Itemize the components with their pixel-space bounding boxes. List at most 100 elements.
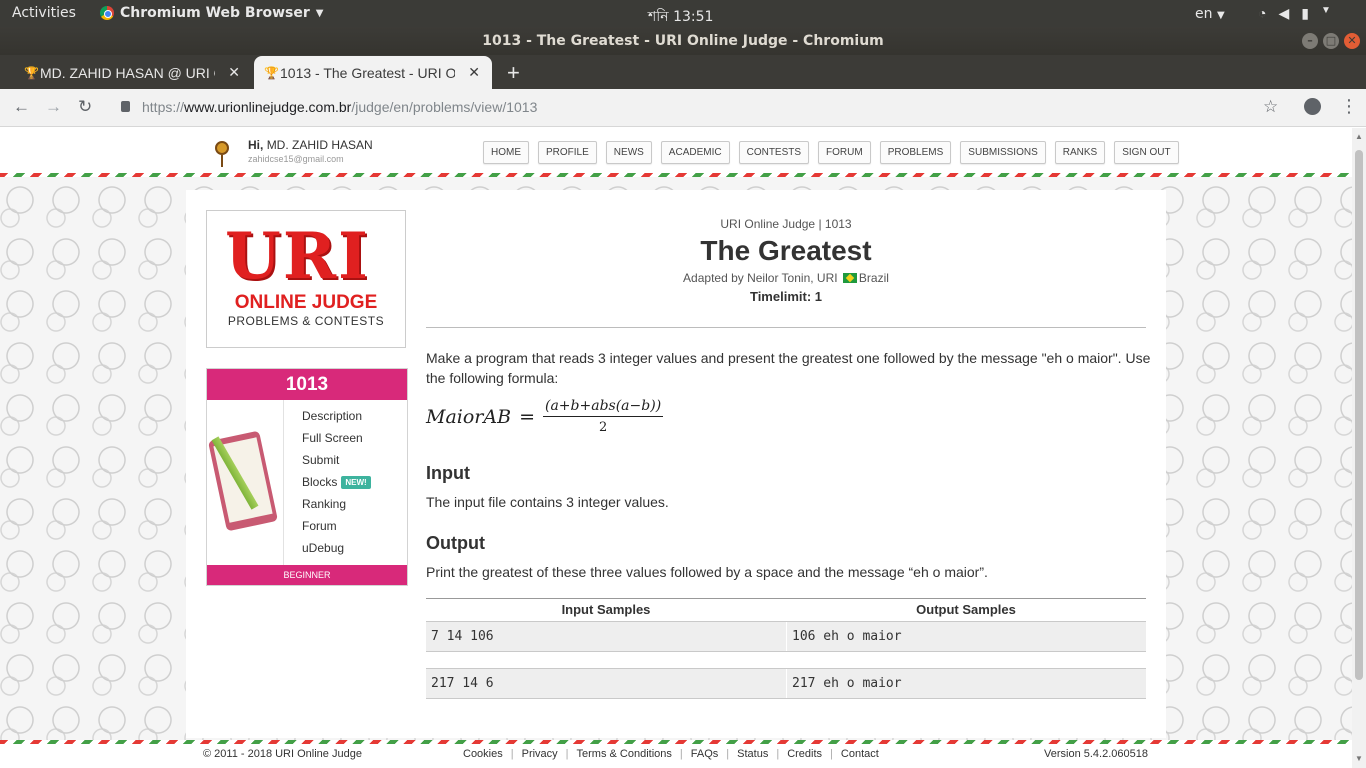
account-icon[interactable] bbox=[1304, 98, 1321, 115]
user-greeting: Hi, MD. ZAHID HASAN zahidcse15@gmail.com bbox=[248, 138, 373, 164]
url-path: /judge/en/problems/view/1013 bbox=[351, 99, 538, 115]
window-controls: – □ ✕ bbox=[1302, 33, 1360, 49]
tab-profile[interactable]: 🏆 MD. ZAHID HASAN @ URI O ✕ bbox=[14, 56, 252, 89]
chevron-down-icon: ▼ bbox=[1216, 10, 1225, 21]
window-title: 1013 - The Greatest - URI Online Judge -… bbox=[482, 33, 884, 49]
minimize-button[interactable]: – bbox=[1302, 33, 1318, 49]
footer-link-status[interactable]: Status bbox=[737, 748, 768, 760]
nav-sign-out[interactable]: SIGN OUT bbox=[1114, 141, 1179, 164]
close-tab-icon[interactable]: ✕ bbox=[468, 64, 480, 81]
sample-input: 7 14 106 bbox=[431, 629, 494, 644]
sample-output: 217 eh o maior bbox=[786, 669, 1146, 698]
back-arrow-icon[interactable]: ← bbox=[13, 97, 30, 117]
more-menu-icon[interactable]: ⋮ bbox=[1340, 96, 1358, 117]
volume-icon: ◀ bbox=[1278, 5, 1290, 21]
menu-forum[interactable]: Forum bbox=[302, 518, 371, 540]
nav-profile[interactable]: PROFILE bbox=[538, 141, 597, 164]
brazil-flag-icon bbox=[842, 273, 857, 283]
nav-ranks[interactable]: RANKS bbox=[1054, 141, 1106, 164]
app-name: Chromium Web Browser bbox=[120, 5, 310, 21]
input-heading: Input bbox=[426, 463, 470, 483]
menu-description[interactable]: Description bbox=[302, 408, 371, 430]
nav-home[interactable]: HOME bbox=[483, 141, 529, 164]
trophy-icon: 🏆 bbox=[264, 66, 279, 80]
problem-number: 1013 bbox=[207, 369, 407, 400]
site-footer: © 2011 - 2018 URI Online Judge Cookies | … bbox=[0, 744, 1352, 768]
samples-table: Input Samples Output Samples 7 14 106 10… bbox=[426, 598, 1146, 699]
greeting-prefix: Hi, bbox=[248, 138, 264, 152]
tab-title: 1013 - The Greatest - URI O bbox=[280, 64, 455, 81]
user-name: MD. ZAHID HASAN bbox=[266, 138, 373, 152]
main-content: URI ONLINE JUDGE PROBLEMS & CONTESTS 101… bbox=[186, 190, 1166, 738]
menu-blocks[interactable]: Blocks NEW! bbox=[302, 474, 371, 496]
system-tray[interactable]: ◔ ◀ ▮ ▼ bbox=[1258, 5, 1331, 22]
sample-output: 106 eh o maior bbox=[786, 622, 1146, 651]
difficulty-level[interactable]: BEGINNER bbox=[207, 565, 407, 585]
nav-news[interactable]: NEWS bbox=[605, 141, 652, 164]
tab-strip: 🏆 MD. ZAHID HASAN @ URI O ✕ 🏆 1013 - The… bbox=[0, 55, 1366, 89]
tab-problem[interactable]: 🏆 1013 - The Greatest - URI O ✕ bbox=[254, 56, 492, 89]
logo-online-judge: ONLINE JUDGE bbox=[234, 292, 378, 313]
footer-link-terms[interactable]: Terms & Conditions bbox=[577, 748, 672, 760]
footer-link-cookies[interactable]: Cookies bbox=[463, 748, 503, 760]
output-samples-header: Output Samples bbox=[916, 602, 1016, 617]
clipboard-pencil-icon bbox=[208, 427, 279, 537]
close-window-button[interactable]: ✕ bbox=[1344, 33, 1360, 49]
site-logo[interactable]: URI ONLINE JUDGE PROBLEMS & CONTESTS bbox=[206, 210, 406, 348]
adapted-by: Adapted by Neilor Tonin, URI Brazil bbox=[683, 271, 889, 285]
new-tab-button[interactable]: + bbox=[507, 60, 520, 86]
chevron-down-icon: ▼ bbox=[1320, 5, 1331, 16]
nav-forum[interactable]: FORUM bbox=[818, 141, 871, 164]
problem-header: URI Online Judge | 1013 The Greatest Ada… bbox=[426, 217, 1146, 304]
menu-ranking[interactable]: Ranking bbox=[302, 496, 371, 518]
site-header: Hi, MD. ZAHID HASAN zahidcse15@gmail.com… bbox=[0, 128, 1352, 173]
window-title-bar: 1013 - The Greatest - URI Online Judge -… bbox=[0, 27, 1366, 55]
footer-link-privacy[interactable]: Privacy bbox=[522, 748, 558, 760]
url-host: www.urionlinejudge.com.br bbox=[184, 99, 352, 115]
maximize-button[interactable]: □ bbox=[1323, 33, 1339, 49]
version-label: Version 5.4.2.060518 bbox=[1044, 748, 1148, 760]
nav-contests[interactable]: CONTESTS bbox=[738, 141, 810, 164]
reload-icon[interactable]: ↻ bbox=[78, 97, 92, 117]
nav-submissions[interactable]: SUBMISSIONS bbox=[960, 141, 1046, 164]
url-scheme: https:// bbox=[142, 99, 185, 115]
language-indicator[interactable]: en ▼ bbox=[1195, 6, 1225, 22]
avatar[interactable] bbox=[207, 135, 237, 167]
menu-full-screen[interactable]: Full Screen bbox=[302, 430, 371, 452]
logo-uri-text: URI bbox=[225, 219, 370, 294]
nav-problems[interactable]: PROBLEMS bbox=[879, 141, 952, 164]
lock-icon[interactable] bbox=[121, 101, 130, 112]
chromium-icon bbox=[100, 6, 114, 20]
output-heading: Output bbox=[426, 533, 485, 553]
menu-submit[interactable]: Submit bbox=[302, 452, 371, 474]
os-top-bar: Activities Chromium Web Browser ▼ শনি 13… bbox=[0, 0, 1366, 27]
new-badge: NEW! bbox=[341, 476, 371, 489]
copyright: © 2011 - 2018 URI Online Judge bbox=[203, 748, 362, 760]
samples-header-row: Input Samples Output Samples bbox=[426, 599, 1146, 621]
formula-equals: = bbox=[519, 405, 535, 428]
footer-link-credits[interactable]: Credits bbox=[787, 748, 822, 760]
scroll-down-icon[interactable]: ▼ bbox=[1355, 754, 1363, 763]
header-divider bbox=[426, 327, 1146, 328]
app-menu[interactable]: Chromium Web Browser ▼ bbox=[100, 5, 323, 21]
close-tab-icon[interactable]: ✕ bbox=[228, 64, 240, 81]
sidebar-divider bbox=[283, 400, 284, 566]
trophy-icon: 🏆 bbox=[24, 66, 39, 80]
activities-button[interactable]: Activities bbox=[12, 5, 76, 21]
formula-denominator: 2 bbox=[598, 420, 608, 435]
input-text: The input file contains 3 integer values… bbox=[426, 494, 669, 510]
page-scrollbar[interactable]: ▲ ▼ bbox=[1352, 128, 1366, 768]
forward-arrow-icon[interactable]: → bbox=[45, 97, 62, 117]
url-bar[interactable]: https://www.urionlinejudge.com.br/judge/… bbox=[142, 99, 537, 115]
clock[interactable]: শনি 13:51 bbox=[648, 5, 713, 29]
scrollbar-thumb[interactable] bbox=[1355, 150, 1363, 680]
menu-udebug[interactable]: uDebug bbox=[302, 540, 371, 562]
footer-link-contact[interactable]: Contact bbox=[841, 748, 879, 760]
chevron-down-icon: ▼ bbox=[315, 7, 324, 19]
nav-academic[interactable]: ACADEMIC bbox=[660, 141, 730, 164]
sample-input: 217 14 6 bbox=[431, 676, 494, 691]
language-label: en bbox=[1195, 6, 1213, 22]
footer-link-faqs[interactable]: FAQs bbox=[691, 748, 719, 760]
bookmark-star-icon[interactable]: ☆ bbox=[1263, 97, 1278, 117]
scroll-up-icon[interactable]: ▲ bbox=[1355, 132, 1363, 141]
